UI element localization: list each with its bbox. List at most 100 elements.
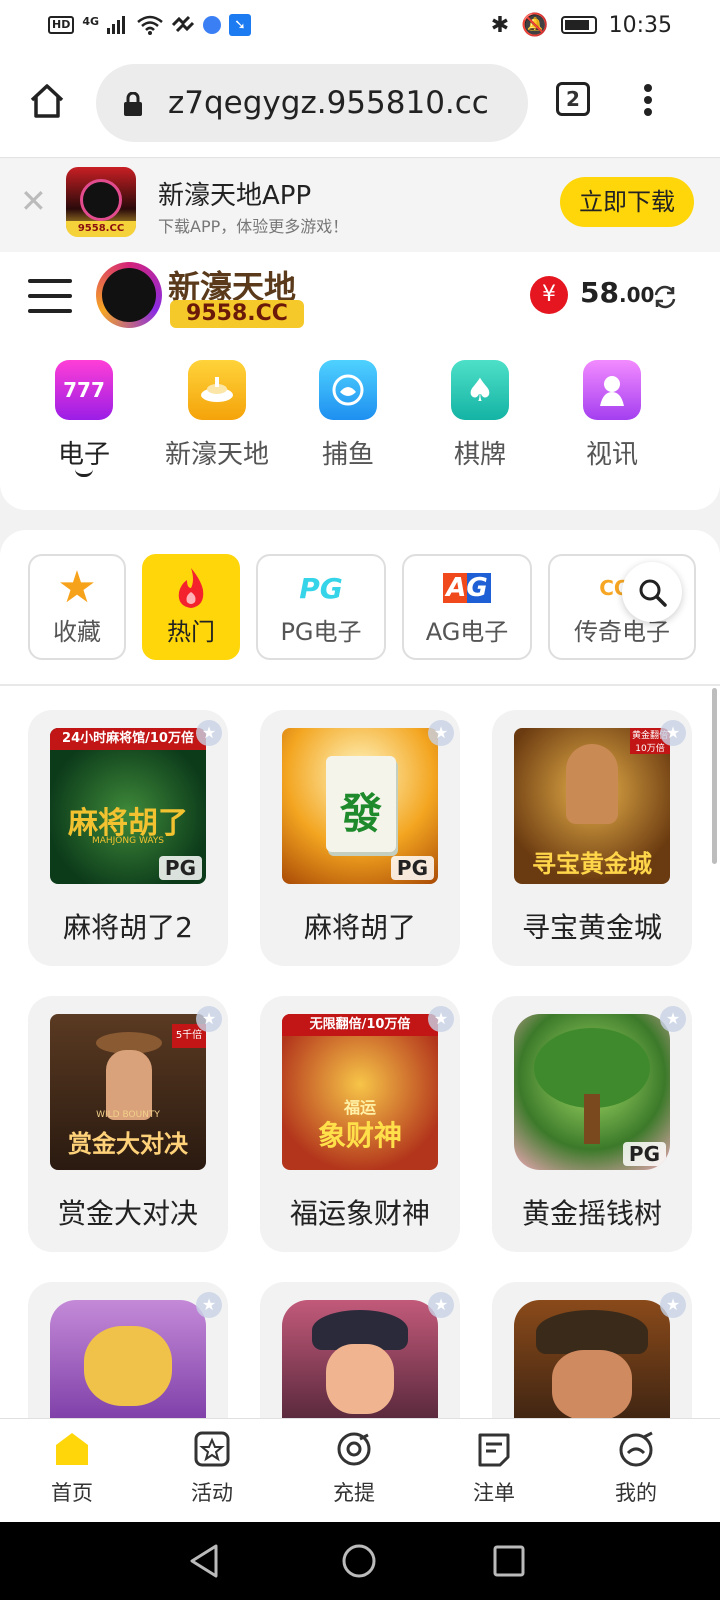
game-card[interactable]: 5千倍 WILD BOUNTY 赏金大对决 ★ 赏金大对决 (28, 996, 228, 1252)
favorite-star-icon[interactable]: ★ (660, 1292, 686, 1318)
tab-orders[interactable]: 注单 (444, 1431, 544, 1507)
game-name: 赏金大对决 (57, 1197, 198, 1230)
favorite-star-icon[interactable]: ★ (428, 1292, 454, 1318)
signal-icon (107, 16, 126, 34)
browser-app-icon (203, 16, 222, 34)
scrollbar[interactable] (712, 688, 717, 864)
close-icon[interactable]: ✕ (20, 185, 47, 217)
search-button[interactable] (622, 562, 682, 622)
lady-video-icon (583, 360, 641, 420)
game-name: 福运象财神 (289, 1197, 430, 1230)
app-download-banner: ✕ 9558.CC 新濠天地APP 下载APP，体验更多游戏！ 立即下载 (0, 159, 720, 252)
fire-icon (178, 568, 204, 608)
game-card[interactable]: 黄金翻倍10万倍 寻宝黄金城 ★ 寻宝黄金城 (492, 710, 692, 966)
bluetooth-icon: ✱ (490, 12, 510, 38)
system-navigation-bar (0, 1522, 720, 1600)
category-electronic[interactable]: 777 电子 (24, 360, 144, 477)
pg-badge: PG (158, 856, 202, 880)
hd-badge: HD (48, 16, 75, 34)
site-logo[interactable]: 新濠天地 9558.CC (96, 262, 308, 330)
category-chess-card[interactable]: ♠ 棋牌 (420, 360, 540, 471)
logo-domain: 9558.CC (170, 300, 304, 328)
browser-toolbar: z7qegygz.955810.cc 2 (0, 50, 720, 158)
balance-decimal: .00 (618, 283, 655, 307)
tab-profile[interactable]: 我的 (586, 1431, 686, 1507)
banner-title: 新濠天地APP (158, 181, 312, 211)
slot-777-icon: 777 (55, 360, 113, 420)
tab-activity[interactable]: 活动 (162, 1431, 262, 1507)
game-thumbnail: 5千倍 WILD BOUNTY 赏金大对决 (50, 1014, 206, 1170)
menu-icon[interactable] (28, 276, 72, 313)
game-art-title: 寻宝黄金城 (532, 850, 652, 878)
pg-badge: PG (390, 856, 434, 880)
game-card[interactable]: 發 PG ★ 麻将胡了 (260, 710, 460, 966)
home-tab-icon (56, 1433, 88, 1465)
game-ribbon: 无限翻倍/10万倍 (282, 1014, 438, 1036)
game-ribbon: 24小时麻将馆/10万倍 (50, 728, 206, 750)
category-fishing[interactable]: 捕鱼 (288, 360, 408, 471)
favorite-star-icon[interactable]: ★ (428, 1006, 454, 1032)
tab-deposit[interactable]: 充提 (304, 1431, 404, 1507)
game-card[interactable]: 24小时麻将馆/10万倍 麻将胡了 MAHJONG WAYS PG ★ 麻将胡了… (28, 710, 228, 966)
tab-count: 2 (566, 87, 580, 111)
chips-divider (0, 684, 720, 686)
activity-icon (194, 1431, 230, 1467)
favorite-star-icon[interactable]: ★ (428, 720, 454, 746)
download-button[interactable]: 立即下载 (560, 177, 694, 227)
game-thumbnail (514, 1300, 670, 1420)
balance-display: 58.00 (580, 276, 654, 309)
favorite-star-icon[interactable]: ★ (196, 1292, 222, 1318)
game-art-subtitle: WILD BOUNTY (96, 1110, 160, 1120)
favorite-star-icon[interactable]: ★ (660, 720, 686, 746)
network-type: 4G (82, 14, 100, 28)
chip-hot[interactable]: 热门 (142, 554, 240, 660)
game-name: 黄金摇钱树 (521, 1197, 662, 1230)
favorite-star-icon[interactable]: ★ (196, 1006, 222, 1032)
star-icon: ★ (57, 562, 97, 613)
home-circle-icon[interactable] (340, 1542, 378, 1580)
chip-favorites[interactable]: ★ 收藏 (28, 554, 126, 660)
clock: 10:35 (608, 12, 672, 38)
address-bar[interactable]: z7qegygz.955810.cc (96, 64, 528, 142)
site-header: 新濠天地 9558.CC ¥ 58.00 777 电子 新濠天地 捕鱼 ♠ 棋牌… (0, 252, 720, 510)
fish-icon (319, 360, 377, 420)
browser-menu-button[interactable] (644, 84, 654, 116)
chip-pg[interactable]: PG PG电子 (256, 554, 386, 660)
live-casino-icon (188, 360, 246, 420)
game-card[interactable]: ★ (492, 1282, 692, 1420)
game-name: 麻将胡了 (303, 911, 416, 944)
game-thumbnail (50, 1300, 206, 1420)
game-art-title: 象财神 (317, 1119, 402, 1152)
lock-icon (124, 92, 142, 116)
favorite-star-icon[interactable]: ★ (660, 1006, 686, 1032)
status-bar: HD 4G ➘ ✱ 🔕 10:35 (0, 0, 720, 50)
game-card[interactable]: ★ (28, 1282, 228, 1420)
category-live[interactable]: 新濠天地 (157, 360, 277, 471)
chip-ag[interactable]: AG AG电子 (402, 554, 532, 660)
category-video[interactable]: 视讯 (552, 360, 672, 471)
game-card[interactable]: 无限翻倍/10万倍 福运 象财神 ★ 福运象财神 (260, 996, 460, 1252)
game-list-panel: ★ 收藏 热门 PG PG电子 AG AG电子 CQ9 传奇电子 24小时麻将馆… (0, 530, 720, 1420)
currency-icon: ¥ (530, 276, 568, 314)
spade-icon: ♠ (451, 360, 509, 420)
banner-subtitle: 下载APP，体验更多游戏！ (158, 217, 349, 236)
game-card[interactable]: PG ★ 黄金摇钱树 (492, 996, 692, 1252)
recents-icon[interactable] (492, 1544, 526, 1578)
tab-home[interactable]: 首页 (22, 1431, 122, 1507)
refresh-icon[interactable] (652, 284, 678, 310)
favorite-star-icon[interactable]: ★ (196, 720, 222, 746)
battery-icon (560, 16, 597, 34)
game-name: 寻宝黄金城 (521, 911, 662, 944)
wifi-icon (137, 15, 163, 35)
game-card[interactable]: ★ (260, 1282, 460, 1420)
game-thumbnail: 24小时麻将馆/10万倍 麻将胡了 MAHJONG WAYS PG (50, 728, 206, 884)
home-icon[interactable] (28, 82, 66, 120)
game-thumbnail: PG (514, 1014, 670, 1170)
game-thumbnail (282, 1300, 438, 1420)
tab-switcher-button[interactable]: 2 (556, 82, 590, 116)
link-icon (171, 15, 195, 33)
pg-badge: PG (622, 1142, 666, 1166)
game-name: 麻将胡了2 (63, 911, 193, 944)
back-icon[interactable] (186, 1542, 222, 1580)
game-art-title: 發 (339, 789, 382, 838)
